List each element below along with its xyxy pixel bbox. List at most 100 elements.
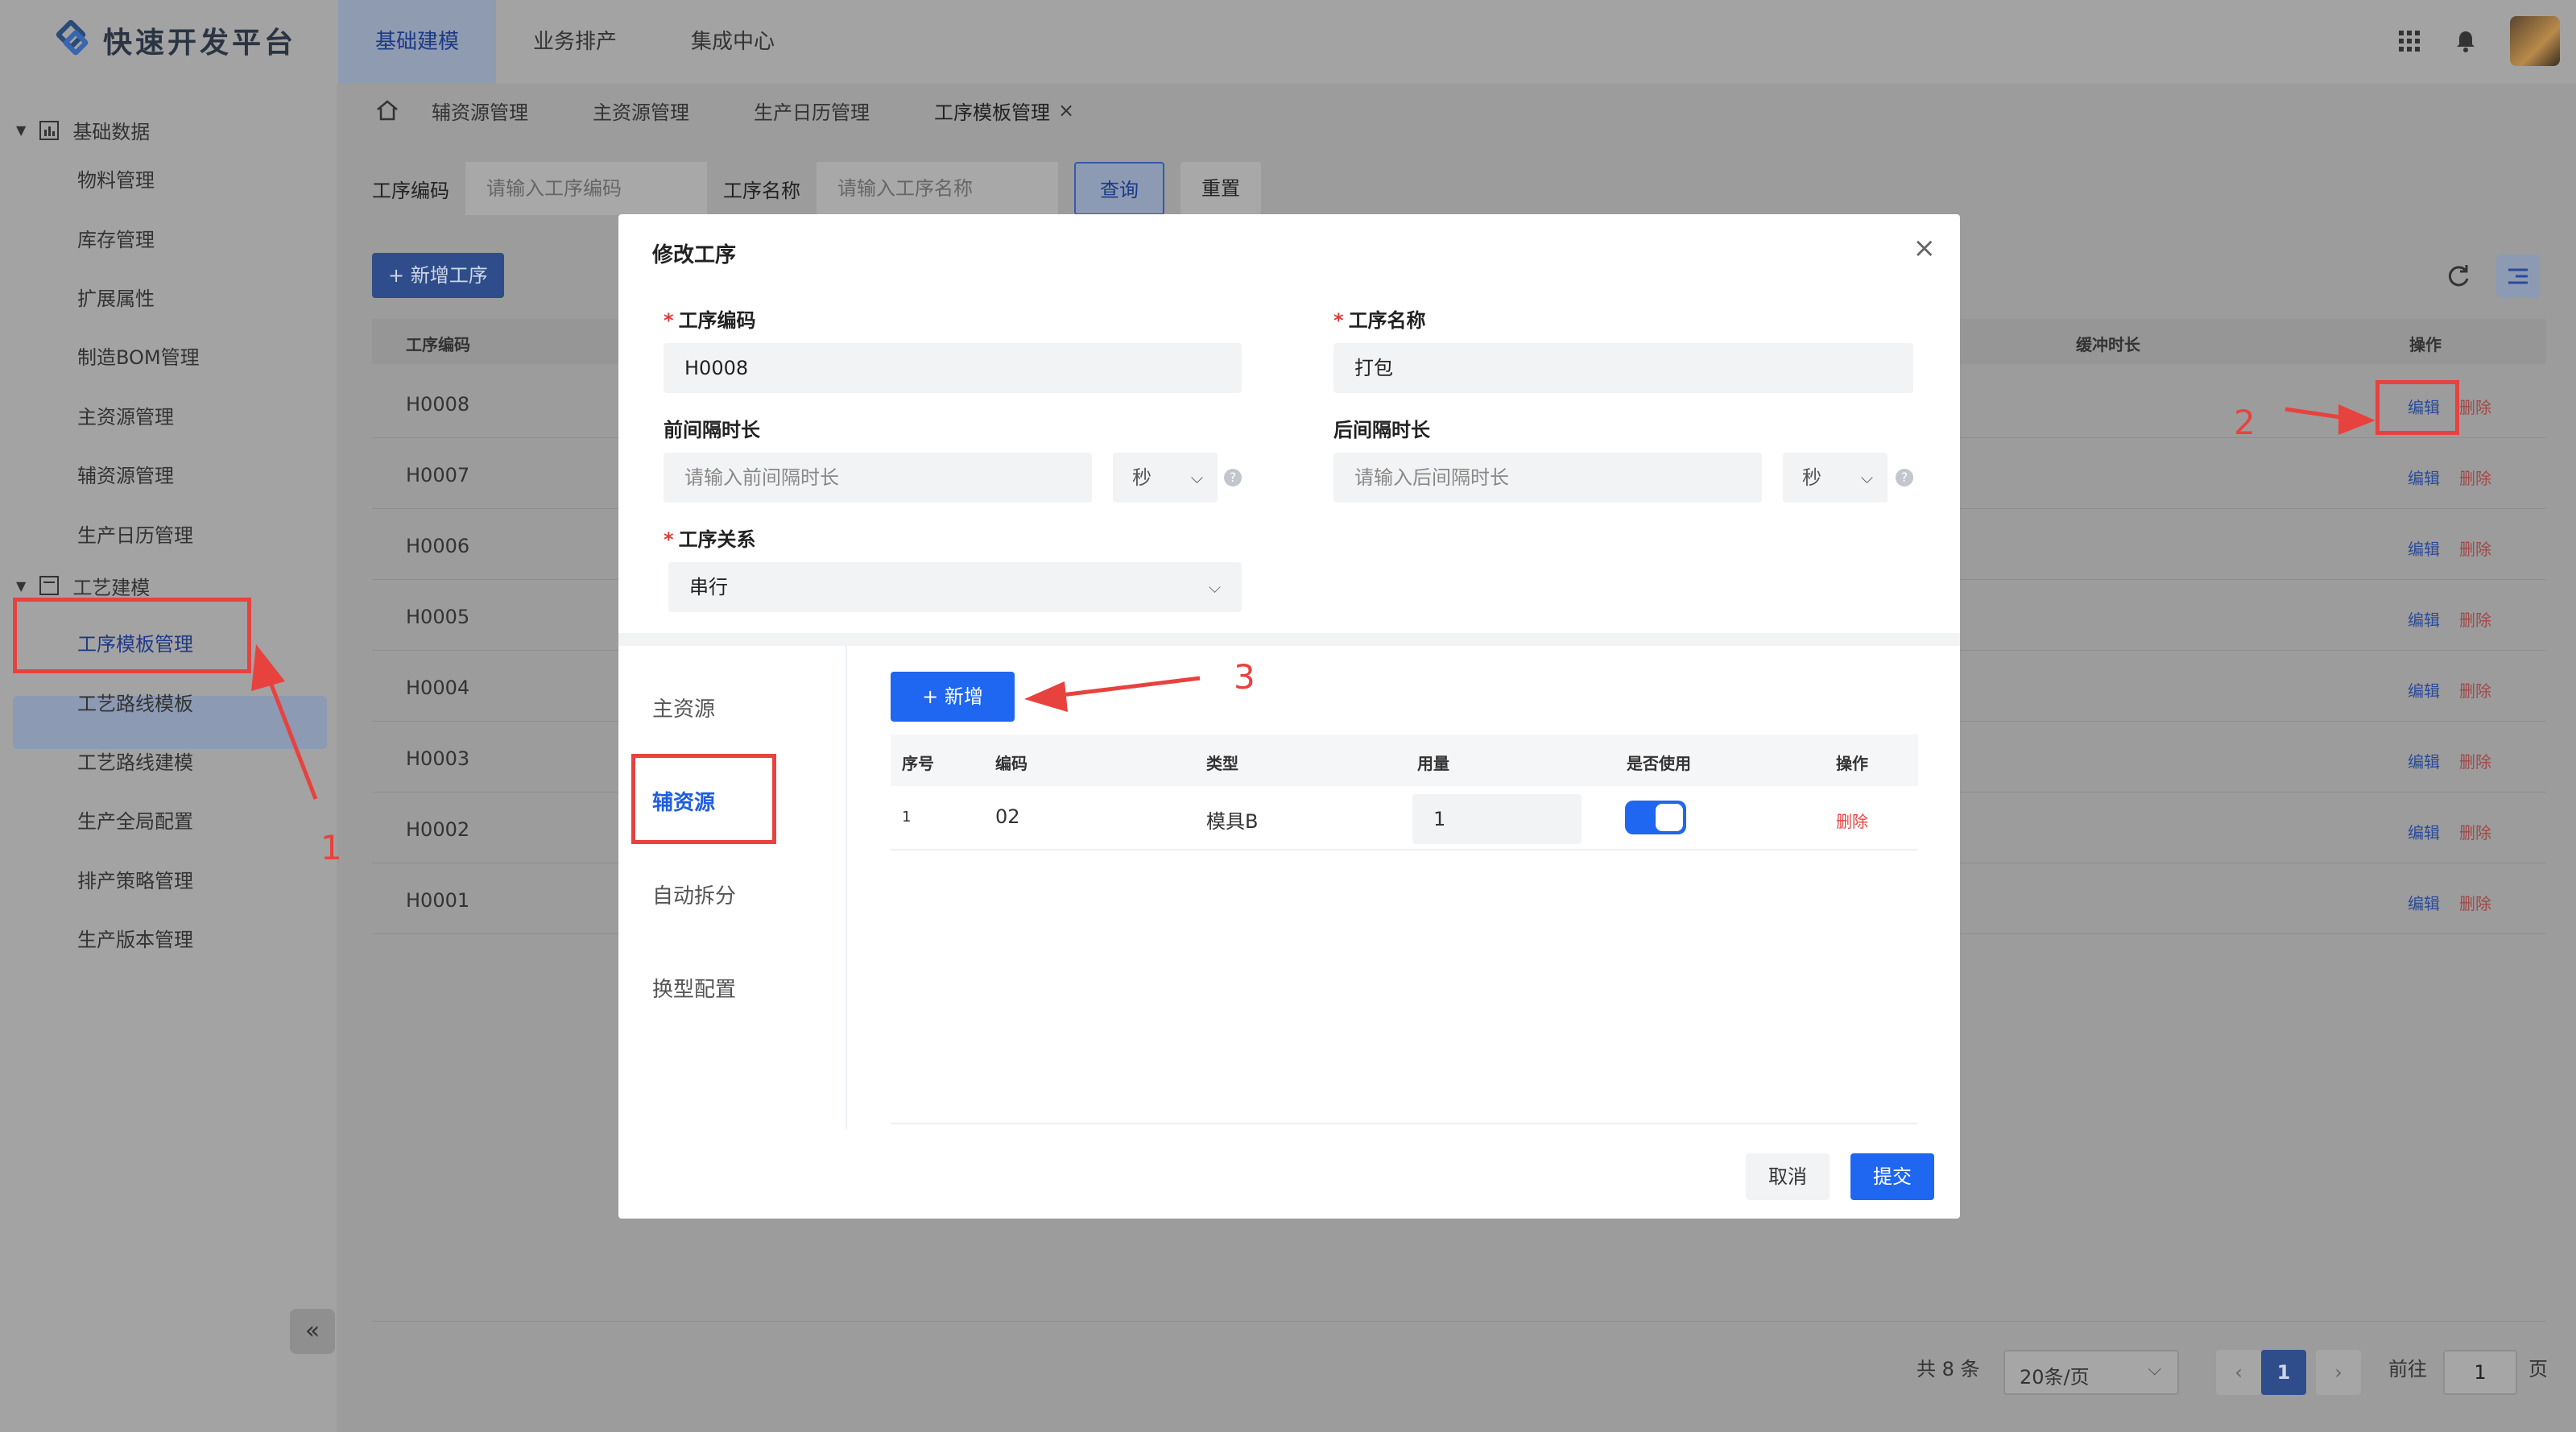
delete-link[interactable]: 删除 <box>2459 749 2491 772</box>
col-buffer-header: 缓冲时长 <box>2076 335 2140 354</box>
caret-down-icon: ▼ <box>16 577 27 594</box>
apps-grid-icon[interactable] <box>2397 29 2421 53</box>
tab-process-template[interactable]: 工序模板管理 <box>902 97 1058 125</box>
sidebar-item-version[interactable]: 生产版本管理 <box>77 924 193 952</box>
column-settings-icon[interactable] <box>2496 255 2540 298</box>
annotation-number-3: 3 <box>1234 657 1255 697</box>
edit-link[interactable]: 编辑 <box>2408 466 2440 489</box>
name-input[interactable]: 打包 <box>1333 343 1913 393</box>
delete-link[interactable]: 删除 <box>2459 891 2491 914</box>
side-tab-changeover[interactable]: 换型配置 <box>652 973 736 1003</box>
sidebar-group-process[interactable]: ▼ 工艺建模 <box>16 575 150 596</box>
help-icon[interactable]: ? <box>1896 469 1913 486</box>
sidebar-item-route-template[interactable]: 工艺路线模板 <box>77 688 193 716</box>
help-icon[interactable]: ? <box>1224 469 1242 486</box>
delete-link[interactable]: 删除 <box>2459 466 2491 489</box>
cancel-button[interactable]: 取消 <box>1746 1153 1830 1200</box>
delete-link[interactable]: 删除 <box>2459 678 2491 702</box>
query-button[interactable]: 查询 <box>1074 162 1164 215</box>
top-nav: 基础建模 业务排产 集成中心 <box>338 0 812 84</box>
app-logo[interactable]: 快速开发平台 <box>53 19 296 61</box>
tab-close-icon[interactable]: × <box>1058 99 1074 122</box>
caret-down-icon: ▼ <box>16 122 27 138</box>
name-search-input[interactable]: 请输入工序名称 <box>817 162 1058 215</box>
table-row: 1 02 模具B 1 删除 <box>891 786 1918 851</box>
unit-value: 秒 <box>1802 466 1821 489</box>
annotation-arrow-2-head <box>2338 404 2375 435</box>
tab-main-resource[interactable]: 主资源管理 <box>560 97 722 125</box>
delete-link[interactable]: 删除 <box>2459 536 2491 560</box>
close-icon[interactable]: × <box>1913 232 1937 264</box>
topnav-integration[interactable]: 集成中心 <box>654 0 812 84</box>
post-interval-input[interactable]: 请输入后间隔时长 <box>1333 453 1762 503</box>
table-row-code: H0002 <box>406 818 470 841</box>
page-number-current[interactable]: 1 <box>2261 1350 2306 1395</box>
delete-link[interactable]: 删除 <box>2459 607 2491 631</box>
sidebar-item-ext-attr[interactable]: 扩展属性 <box>77 283 155 311</box>
delete-link[interactable]: 删除 <box>1836 809 1868 832</box>
sidebar-item-route-modeling[interactable]: 工艺路线建模 <box>77 747 193 775</box>
edit-link[interactable]: 编辑 <box>2408 607 2440 631</box>
col-code: 编码 <box>995 754 1028 773</box>
code-input[interactable]: H0008 <box>664 343 1242 393</box>
home-icon[interactable] <box>375 98 399 122</box>
topnav-basic-modeling[interactable]: 基础建模 <box>338 0 497 84</box>
sidebar-item-aux-resource[interactable]: 辅资源管理 <box>77 460 174 488</box>
enabled-toggle[interactable] <box>1625 801 1686 834</box>
sidebar-item-calendar[interactable]: 生产日历管理 <box>77 519 193 548</box>
prev-page-button[interactable]: ‹ <box>2216 1350 2261 1395</box>
col-code-header: 工序编码 <box>406 335 470 354</box>
edit-link[interactable]: 编辑 <box>2408 820 2440 843</box>
add-process-button[interactable]: + 新增工序 <box>372 253 504 298</box>
relation-select[interactable]: 串行 ⌵ <box>668 562 1242 612</box>
delete-link[interactable]: 删除 <box>2459 820 2491 843</box>
bell-icon[interactable] <box>2454 29 2478 53</box>
reset-button[interactable]: 重置 <box>1180 162 1261 215</box>
table-row-code: H0006 <box>406 535 470 557</box>
annotation-arrow-2-line <box>2284 407 2352 421</box>
chevron-down-icon: ⌵ <box>2148 1360 2161 1380</box>
table-row-code: H0004 <box>406 677 470 699</box>
submit-button[interactable]: 提交 <box>1850 1153 1934 1200</box>
side-tab-auto-split[interactable]: 自动拆分 <box>652 879 736 909</box>
pre-interval-input[interactable]: 请输入前间隔时长 <box>664 453 1092 503</box>
next-page-button[interactable]: › <box>2316 1350 2361 1395</box>
col-qty: 用量 <box>1417 754 1449 773</box>
sidebar-item-material[interactable]: 物料管理 <box>77 164 155 192</box>
tab-aux-resource[interactable]: 辅资源管理 <box>399 97 560 125</box>
app-title: 快速开发平台 <box>103 27 297 60</box>
unit-value: 秒 <box>1132 466 1152 489</box>
aux-table-header: 序号 编码 类型 用量 是否使用 操作 <box>891 735 1918 786</box>
row-index: 1 <box>902 809 912 826</box>
code-label: * 工序编码 <box>664 309 756 332</box>
sidebar-item-global-config[interactable]: 生产全局配置 <box>77 805 193 834</box>
sidebar: ▼ 基础数据 物料管理 库存管理 扩展属性 制造BOM管理 主资源管理 辅资源管… <box>0 84 337 1432</box>
edit-link[interactable]: 编辑 <box>2408 749 2440 772</box>
edit-link[interactable]: 编辑 <box>2408 891 2440 914</box>
sidebar-item-main-resource[interactable]: 主资源管理 <box>77 401 174 429</box>
post-interval-unit-select[interactable]: 秒 ⌵ <box>1783 453 1888 503</box>
user-avatar[interactable] <box>2510 16 2560 66</box>
pre-interval-unit-select[interactable]: 秒 ⌵ <box>1113 453 1218 503</box>
sidebar-item-strategy[interactable]: 排产策略管理 <box>77 865 193 893</box>
delete-link[interactable]: 删除 <box>2459 395 2491 418</box>
collapse-sidebar-button[interactable]: « <box>290 1309 335 1354</box>
relation-value: 串行 <box>689 576 728 598</box>
relation-label: * 工序关系 <box>664 528 756 551</box>
sidebar-group-basic-data[interactable]: ▼ 基础数据 <box>16 116 150 144</box>
edit-link[interactable]: 编辑 <box>2408 678 2440 702</box>
page-size-select[interactable]: 20条/页 ⌵ <box>2003 1350 2179 1395</box>
sidebar-item-inventory[interactable]: 库存管理 <box>77 224 155 252</box>
qty-input[interactable]: 1 <box>1412 794 1582 844</box>
tab-calendar[interactable]: 生产日历管理 <box>722 97 902 125</box>
side-tab-main-resource[interactable]: 主资源 <box>652 693 715 722</box>
refresh-icon[interactable] <box>2437 255 2480 298</box>
col-op-header: 操作 <box>2409 335 2442 354</box>
add-aux-resource-button[interactable]: + 新增 <box>891 672 1015 722</box>
topnav-scheduling[interactable]: 业务排产 <box>496 0 654 84</box>
edit-link[interactable]: 编辑 <box>2408 536 2440 560</box>
sidebar-item-bom[interactable]: 制造BOM管理 <box>77 341 200 370</box>
total-count: 共 8 条 <box>1916 1358 1980 1380</box>
goto-page-input[interactable]: 1 <box>2443 1350 2517 1395</box>
code-search-input[interactable]: 请输入工序编码 <box>465 162 707 215</box>
